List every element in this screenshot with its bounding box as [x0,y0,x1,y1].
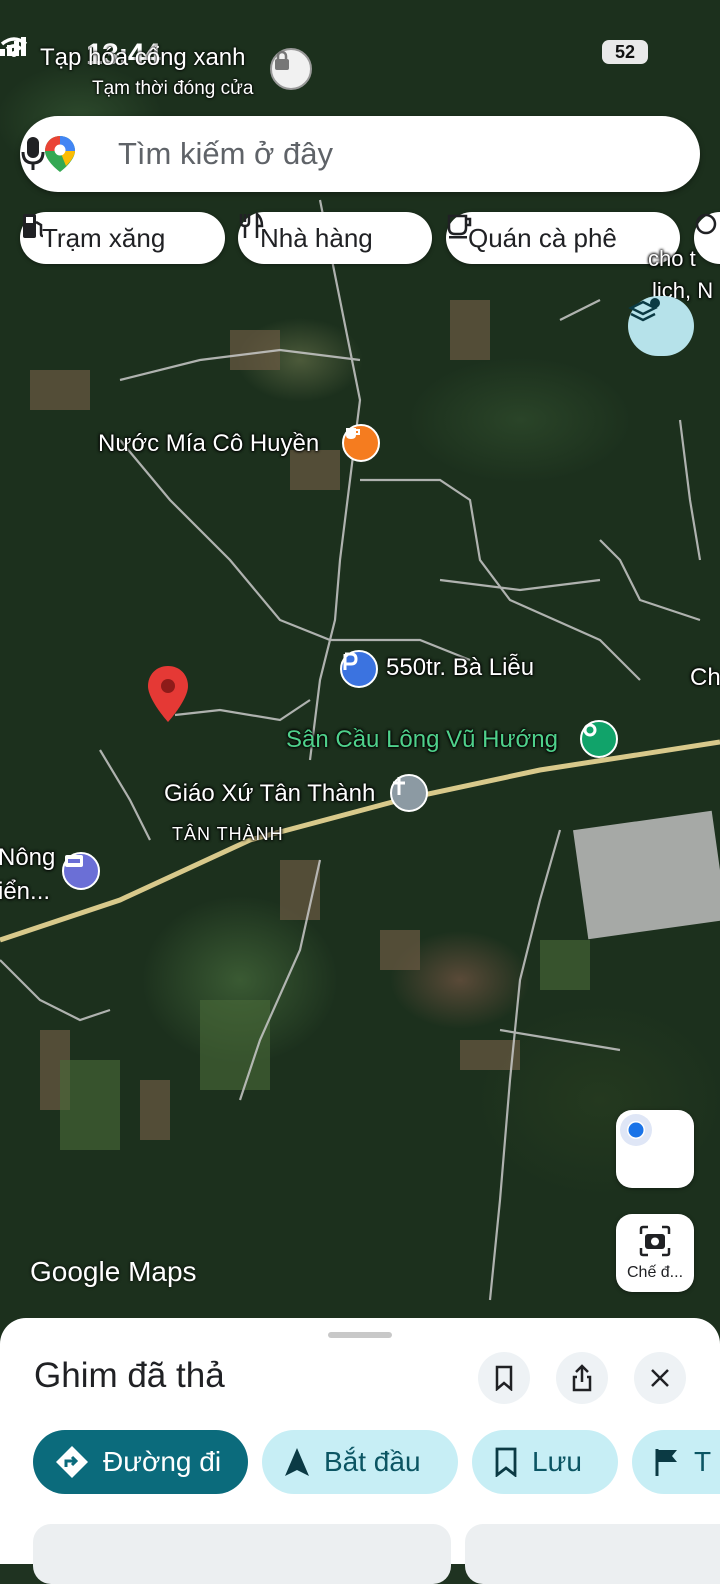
directions-button[interactable]: Đường đi [33,1430,248,1494]
layers-button[interactable] [628,296,694,356]
map-label-edge: Nông [0,844,56,871]
my-location-icon [620,1114,652,1146]
poi-status: Tạm thời đóng cửa [92,78,254,99]
navigation-arrow-icon [284,1447,310,1477]
map-label-san-cau-long[interactable]: Sân Cầu Lông Vũ Hướng [286,726,558,754]
directions-icon [55,1445,89,1479]
camera-lens-icon [639,1225,671,1257]
share-button[interactable] [556,1352,608,1404]
bottom-sheet[interactable]: Ghim đã thả Đường đi Bắt đầu Lưu T [0,1318,720,1584]
close-button[interactable] [634,1352,686,1404]
action-label: Lưu [532,1446,582,1477]
search-placeholder: Tìm kiếm ở đây [118,136,333,171]
map-label-ba-lieu[interactable]: 550tr. Bà Liễu [386,654,534,682]
dropped-pin-icon[interactable] [146,664,190,724]
save-action-button[interactable]: Lưu [472,1430,618,1494]
poi-tap-hoa[interactable]: Tạp hóa cổng xanh Tạm thời đóng cửa [40,44,253,100]
atm-poi-icon[interactable] [62,852,100,890]
lens-label: Chế đ... [626,1264,684,1281]
chip-gas-station[interactable]: Trạm xăng [20,212,225,264]
church-poi-icon[interactable] [390,774,428,812]
label-action-button[interactable]: T [632,1430,720,1494]
lock-icon[interactable] [270,48,312,90]
action-label: T [694,1446,712,1477]
lens-button[interactable]: Chế đ... [616,1214,694,1292]
action-label: Đường đi [103,1446,222,1477]
sheet-title: Ghim đã thả [34,1356,225,1395]
chip-coffee[interactable]: Quán cà phê [446,212,680,264]
parking-poi-icon[interactable] [340,650,378,688]
map-label-edge: Ch [690,664,720,691]
map-label-edge: cho t [648,246,696,271]
battery-indicator: 52 [602,40,648,64]
sheet-drag-handle[interactable] [328,1332,392,1338]
map-label-area: TÂN THÀNH [172,824,284,844]
google-maps-watermark: Google Maps [30,1256,197,1287]
save-button[interactable] [478,1352,530,1404]
chip-label: Nhà hàng [260,222,373,253]
map-label-edge: iển... [0,878,51,905]
bookmark-icon [494,1447,518,1477]
map-label-giao-xu[interactable]: Giáo Xứ Tân Thành [164,780,375,808]
google-maps-logo-icon [45,136,75,172]
close-icon [651,1369,669,1387]
action-label: Bắt đầu [324,1446,421,1477]
search-bar[interactable]: Tìm kiếm ở đây [20,116,700,192]
map-label-nuoc-mia[interactable]: Nước Mía Cô Huyền [98,430,319,458]
share-icon [572,1364,592,1392]
layers-icon [628,298,660,322]
bookmark-icon [495,1365,513,1391]
poi-name: Tạp hóa cổng xanh [40,44,246,71]
sports-poi-icon[interactable] [580,720,618,758]
chip-restaurant[interactable]: Nhà hàng [238,212,432,264]
chip-label: Trạm xăng [42,222,166,253]
cafe-poi-icon[interactable] [342,424,380,462]
flag-icon [654,1447,680,1477]
microphone-icon[interactable] [20,136,46,172]
chip-label: Quán cà phê [468,222,617,253]
my-location-button[interactable] [616,1110,694,1188]
preview-card[interactable] [465,1524,720,1584]
start-button[interactable]: Bắt đầu [262,1430,458,1494]
wifi-icon [0,37,28,57]
preview-card[interactable] [33,1524,451,1584]
